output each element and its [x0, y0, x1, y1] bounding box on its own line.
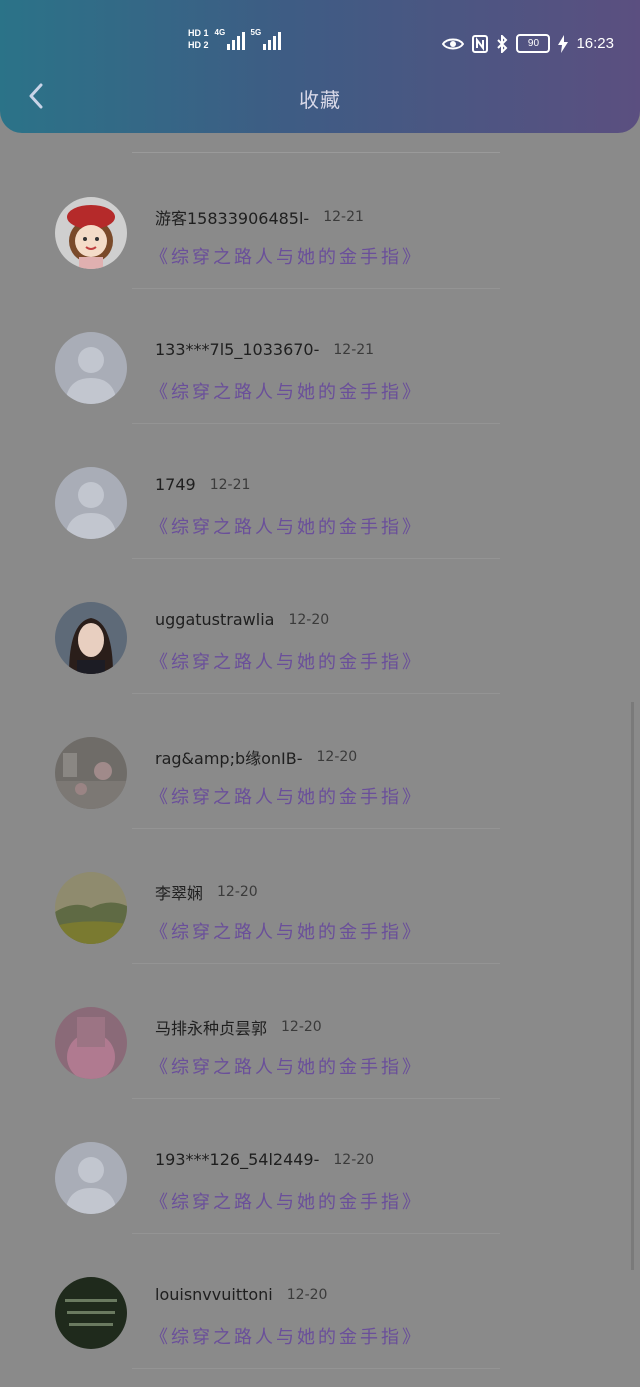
portrait-avatar: [55, 602, 127, 674]
status-bar: HD 1 HD 2 4G 5G 90 16:23: [0, 0, 640, 80]
avatar[interactable]: [55, 1007, 127, 1079]
user-name: 193***126_54l2449-: [155, 1150, 320, 1169]
item-date: 12-20: [316, 749, 358, 765]
signal-5g-icon: 5G: [251, 28, 281, 50]
user-name: 1749: [155, 475, 196, 494]
item-meta: 游客15833906485l- 12-21: [155, 205, 364, 229]
item-date: 12-20: [333, 1151, 375, 1168]
list-item[interactable]: 133***7l5_1033670- 12-21 《综穿之路人与她的金手指》: [0, 268, 640, 424]
item-date: 12-21: [333, 341, 375, 358]
item-date: 12-21: [209, 476, 251, 493]
item-date: 12-20: [217, 884, 258, 900]
item-meta: 马排永种贞昙郭 12-20: [155, 1015, 322, 1039]
user-name: louisnvvuittoni: [155, 1285, 273, 1304]
avatar[interactable]: [55, 1142, 127, 1214]
default-user-icon: [55, 1142, 127, 1214]
default-user-icon: [55, 332, 127, 404]
avatar[interactable]: [55, 332, 127, 404]
bluetooth-icon: [497, 34, 508, 53]
book-title-link[interactable]: 《综穿之路人与她的金手指》: [150, 918, 423, 944]
nav-bar: 收藏: [0, 76, 640, 120]
list-item[interactable]: 193***126_54l2449- 12-20 《综穿之路人与她的金手指》: [0, 1078, 640, 1234]
pink-photo-avatar: [55, 1007, 127, 1079]
book-title-link[interactable]: 《综穿之路人与她的金手指》: [150, 513, 423, 539]
book-title-link[interactable]: 《综穿之路人与她的金手指》: [150, 1053, 423, 1079]
signal-4g-icon: 4G: [215, 28, 245, 50]
item-meta: 1749 12-21: [155, 475, 250, 494]
room-photo-avatar: [55, 737, 127, 809]
system-indicators: 90 16:23: [442, 34, 614, 53]
user-name: 李翠娴: [155, 884, 204, 903]
battery-indicator: 90: [516, 34, 551, 53]
list-item[interactable]: rag&amp;b缘onIB- 12-20 《综穿之路人与她的金手指》: [0, 673, 640, 829]
user-name: 游客15833906485l-: [155, 209, 310, 228]
book-title-link[interactable]: 《综穿之路人与她的金手指》: [150, 1323, 423, 1349]
list-item[interactable]: 游客15833906485l- 12-21 《综穿之路人与她的金手指》: [0, 133, 640, 289]
list-item[interactable]: 李翠娴 12-20 《综穿之路人与她的金手指》: [0, 808, 640, 964]
book-title-link[interactable]: 《综穿之路人与她的金手指》: [150, 1188, 423, 1214]
item-meta: 193***126_54l2449- 12-20: [155, 1150, 374, 1169]
item-date: 12-20: [286, 1286, 328, 1303]
item-meta: 李翠娴 12-20: [155, 880, 258, 904]
book-title-link[interactable]: 《综穿之路人与她的金手指》: [150, 378, 423, 404]
user-name: rag&amp;b缘onIB-: [155, 749, 303, 768]
landscape-avatar: [55, 872, 127, 944]
user-name: 马排永种贞昙郭: [155, 1019, 268, 1038]
item-meta: uggatustrawlia 12-20: [155, 610, 329, 629]
page-title: 收藏: [299, 88, 341, 112]
network-indicators: HD 1 HD 2 4G 5G: [188, 28, 281, 50]
cartoon-girl-avatar: [55, 197, 127, 269]
item-date: 12-21: [323, 209, 364, 225]
user-name: 133***7l5_1033670-: [155, 340, 320, 359]
hd1-badge: HD 1: [188, 28, 209, 38]
book-title-link[interactable]: 《综穿之路人与她的金手指》: [150, 243, 423, 269]
list-item[interactable]: 马排永种贞昙郭 12-20 《综穿之路人与她的金手指》: [0, 943, 640, 1099]
user-name: uggatustrawlia: [155, 610, 275, 629]
net2-label: 5G: [250, 28, 262, 37]
list-item[interactable]: uggatustrawlia 12-20 《综穿之路人与她的金手指》: [0, 538, 640, 694]
item-date: 12-20: [288, 611, 330, 628]
avatar[interactable]: [55, 602, 127, 674]
avatar[interactable]: [55, 737, 127, 809]
book-title-link[interactable]: 《综穿之路人与她的金手指》: [150, 783, 423, 809]
avatar[interactable]: [55, 1277, 127, 1349]
hd2-badge: HD 2: [188, 40, 209, 50]
favorites-list: 游客15833906485l- 12-21 《综穿之路人与她的金手指》 133*…: [0, 133, 640, 1369]
scrollbar[interactable]: [631, 702, 634, 1270]
item-date: 12-20: [281, 1019, 322, 1035]
avatar[interactable]: [55, 197, 127, 269]
avatar[interactable]: [55, 467, 127, 539]
clock: 16:23: [576, 35, 614, 52]
net1-label: 4G: [214, 28, 226, 37]
book-title-link[interactable]: 《综穿之路人与她的金手指》: [150, 648, 423, 674]
hd-badges: HD 1 HD 2: [188, 28, 209, 50]
dark-text-avatar: [55, 1277, 127, 1349]
avatar[interactable]: [55, 872, 127, 944]
charging-icon: [558, 34, 569, 53]
list-item[interactable]: 1749 12-21 《综穿之路人与她的金手指》: [0, 403, 640, 559]
item-meta: rag&amp;b缘onIB- 12-20: [155, 745, 357, 769]
eye-icon: [442, 38, 465, 49]
default-user-icon: [55, 467, 127, 539]
item-meta: louisnvvuittoni 12-20: [155, 1285, 327, 1304]
nfc-icon: [472, 34, 489, 53]
list-item[interactable]: louisnvvuittoni 12-20 《综穿之路人与她的金手指》: [0, 1213, 640, 1369]
item-meta: 133***7l5_1033670- 12-21: [155, 340, 374, 359]
item-divider: [132, 1368, 500, 1369]
app-header: HD 1 HD 2 4G 5G 90 16:23 收藏: [0, 0, 640, 133]
